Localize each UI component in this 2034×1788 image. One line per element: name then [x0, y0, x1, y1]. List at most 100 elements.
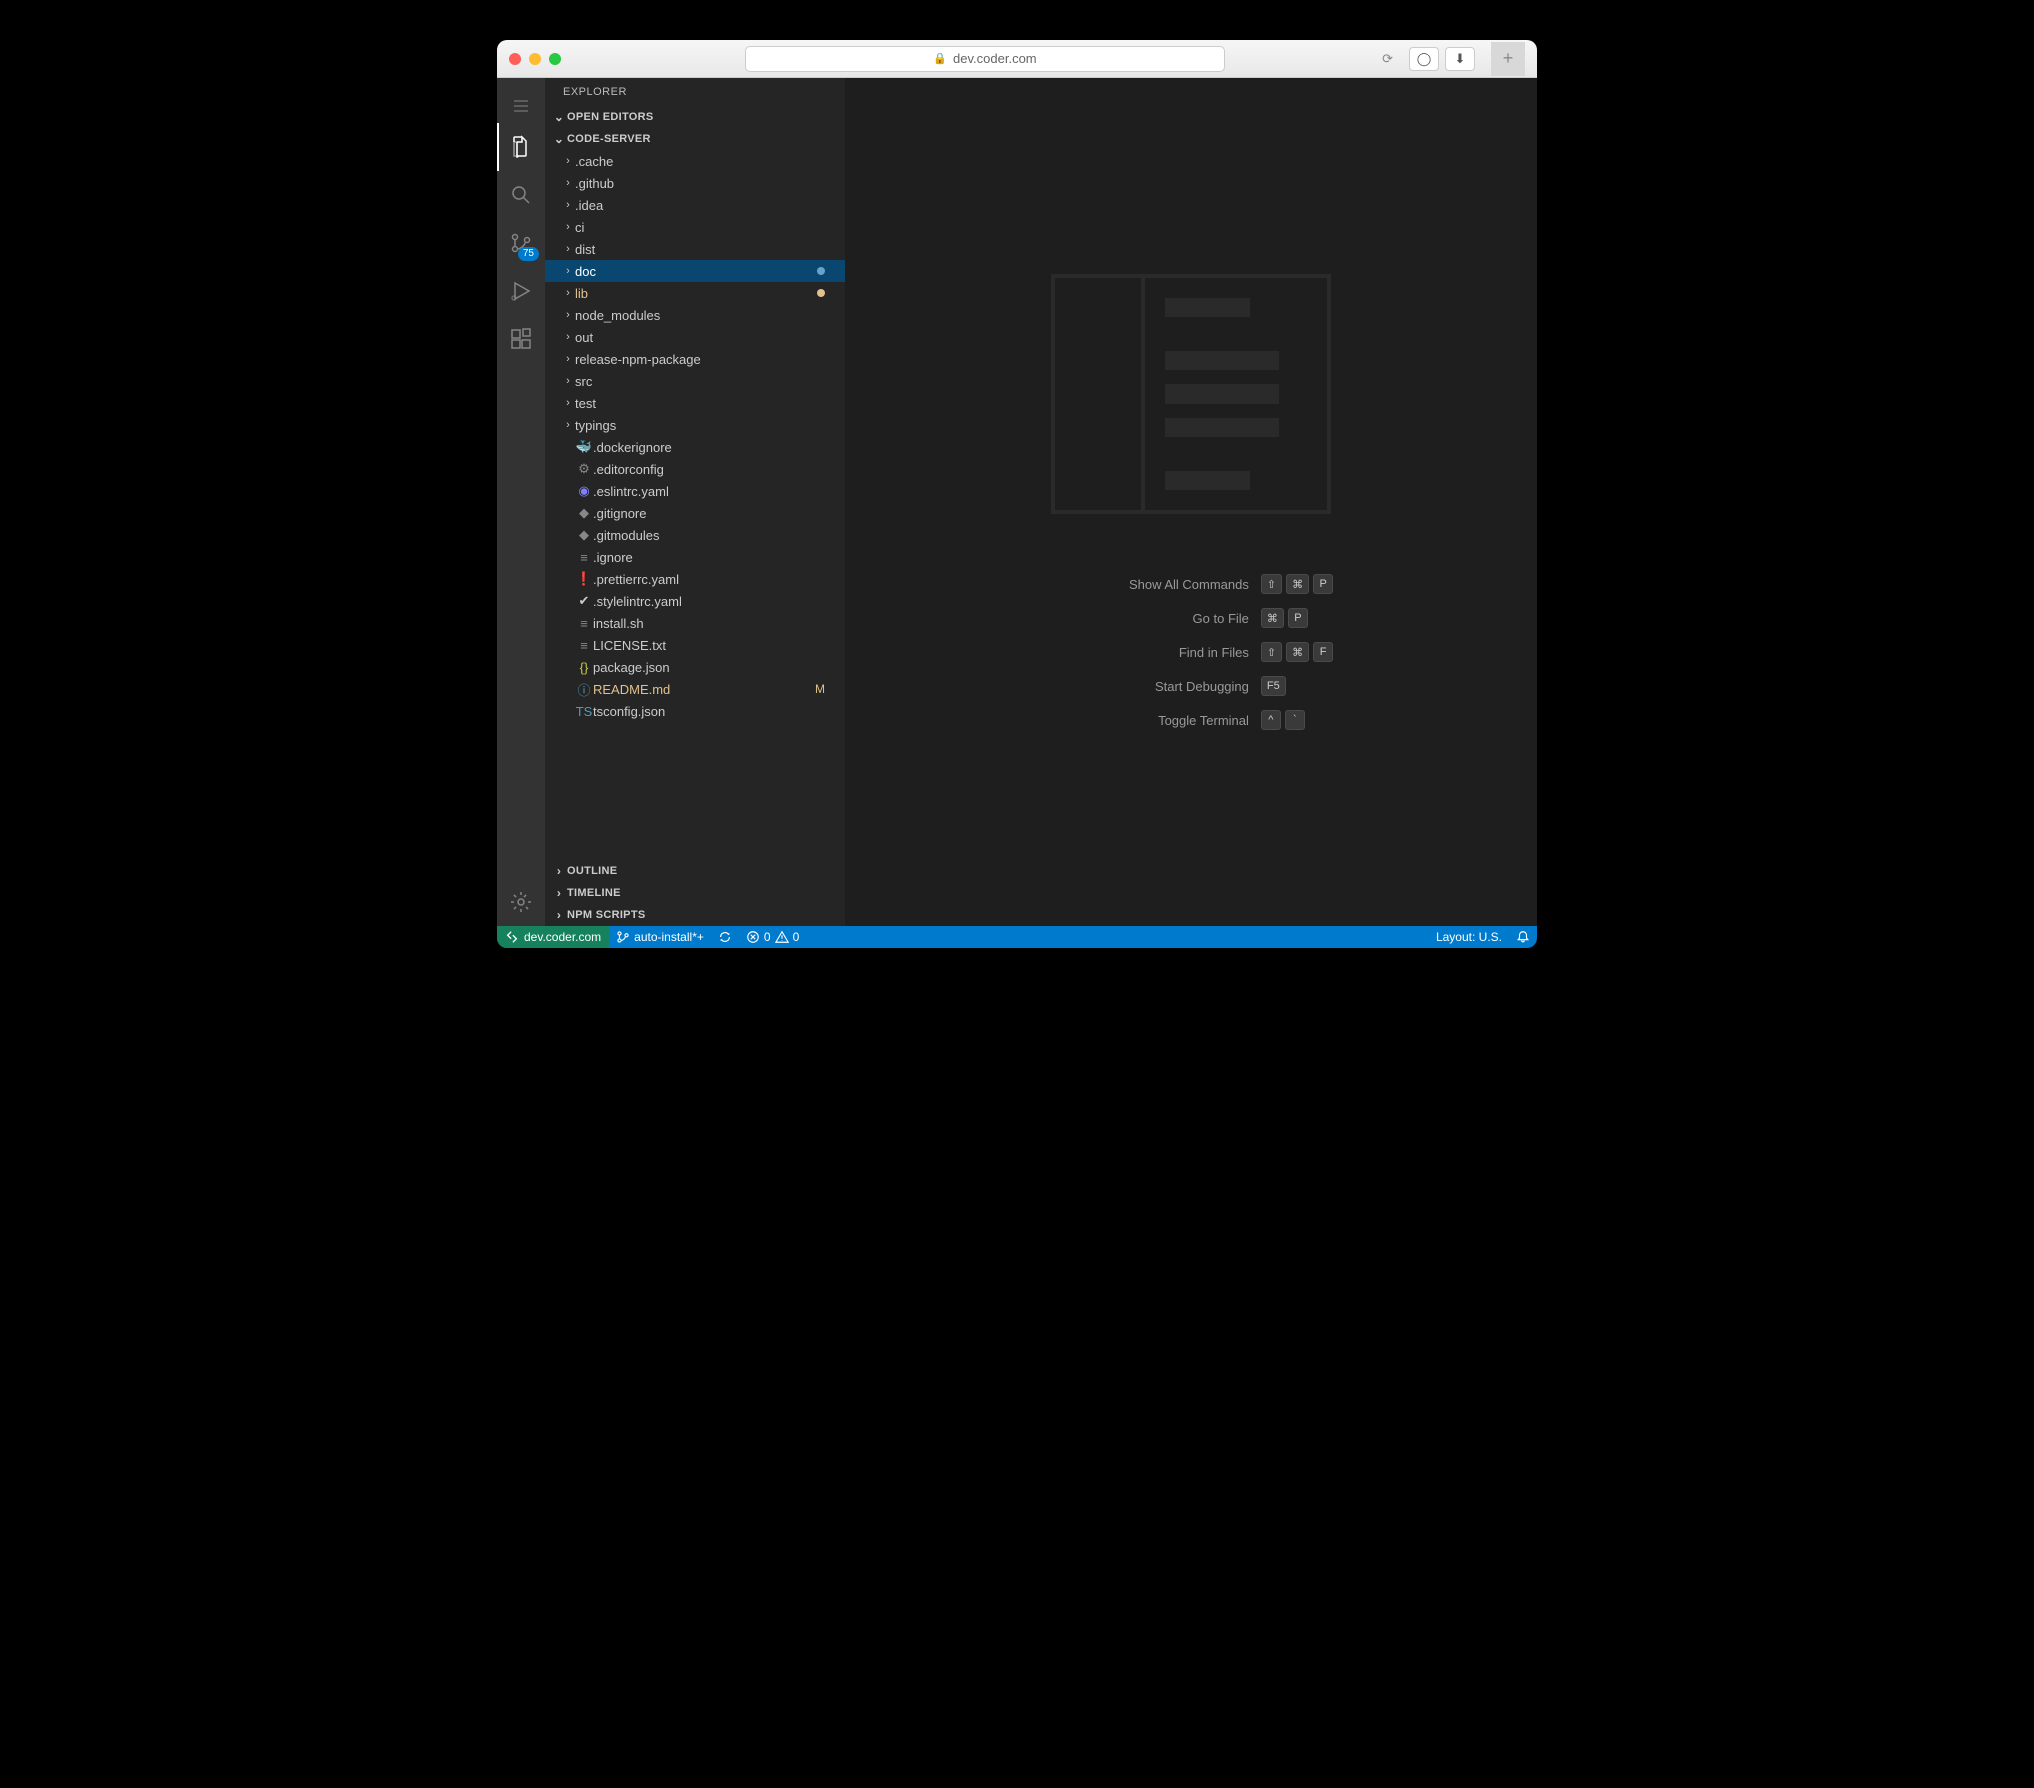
keyboard-shortcuts-help: Show All Commands⇧⌘PGo to File⌘PFind in … — [1049, 574, 1333, 730]
file--ignore[interactable]: ≡.ignore — [545, 546, 845, 568]
lock-icon: 🔒 — [933, 52, 947, 65]
bell-icon — [1516, 930, 1530, 944]
file-icon: ◉ — [575, 483, 593, 499]
file-install-sh[interactable]: ≡install.sh — [545, 612, 845, 634]
url-text: dev.coder.com — [953, 51, 1037, 66]
file--gitignore[interactable]: ◆.gitignore — [545, 502, 845, 524]
empty-editor-watermark — [1051, 274, 1331, 514]
key: ⇧ — [1261, 574, 1282, 594]
file-icon: ⓘ — [575, 680, 593, 699]
shortcut-label: Go to File — [1049, 611, 1249, 626]
folder-lib[interactable]: ›lib — [545, 282, 845, 304]
file--gitmodules[interactable]: ◆.gitmodules — [545, 524, 845, 546]
problems-status[interactable]: 0 0 — [739, 926, 806, 948]
shortcut-keys: F5 — [1261, 676, 1286, 696]
folder-doc[interactable]: ›doc — [545, 260, 845, 282]
privacy-button[interactable]: ◯ — [1409, 47, 1439, 71]
shortcut-find-in-files: Find in Files⇧⌘F — [1049, 642, 1333, 662]
maximize-window-button[interactable] — [549, 53, 561, 65]
outline-section[interactable]: › Outline — [545, 860, 845, 882]
folder-test[interactable]: ›test — [545, 392, 845, 414]
file-icon: 🐳 — [575, 439, 593, 455]
traffic-lights — [509, 53, 561, 65]
file--dockerignore[interactable]: 🐳.dockerignore — [545, 436, 845, 458]
file-icon: ⚙ — [575, 461, 593, 477]
project-section[interactable]: ⌄ code-server — [545, 128, 845, 150]
activity-bar: 75 — [497, 78, 545, 926]
folder--cache[interactable]: ›.cache — [545, 150, 845, 172]
address-bar[interactable]: 🔒 dev.coder.com ⟳ — [745, 46, 1225, 72]
folder-release-npm-package[interactable]: ›release-npm-package — [545, 348, 845, 370]
extensions-activity[interactable] — [497, 315, 545, 363]
sync-status[interactable] — [711, 926, 739, 948]
sync-icon — [718, 930, 732, 944]
file--prettierrc-yaml[interactable]: ❗.prettierrc.yaml — [545, 568, 845, 590]
modified-tag: M — [815, 682, 825, 696]
open-editors-section[interactable]: ⌄ Open Editors — [545, 106, 845, 128]
file--stylelintrc-yaml[interactable]: ✔.stylelintrc.yaml — [545, 590, 845, 612]
branch-status[interactable]: auto-install*+ — [609, 926, 711, 948]
key: ⌘ — [1286, 574, 1309, 594]
file-readme-md[interactable]: ⓘREADME.mdM — [545, 678, 845, 700]
file-license-txt[interactable]: ≡LICENSE.txt — [545, 634, 845, 656]
timeline-section[interactable]: › Timeline — [545, 882, 845, 904]
chevron-right-icon: › — [551, 864, 567, 878]
folder-dist[interactable]: ›dist — [545, 238, 845, 260]
key: P — [1288, 608, 1308, 628]
minimize-window-button[interactable] — [529, 53, 541, 65]
file-package-json[interactable]: {}package.json — [545, 656, 845, 678]
file-icon: ✔ — [575, 593, 593, 609]
key: F — [1313, 642, 1333, 662]
chevron-right-icon: › — [561, 375, 575, 387]
file--eslintrc-yaml[interactable]: ◉.eslintrc.yaml — [545, 480, 845, 502]
status-bar: dev.coder.com auto-install*+ 0 0 Layout:… — [497, 926, 1537, 948]
shortcut-toggle-terminal: Toggle Terminal ^` — [1049, 710, 1333, 730]
explorer-sidebar: Explorer ⌄ Open Editors ⌄ code-server ›.… — [545, 78, 845, 926]
file--editorconfig[interactable]: ⚙.editorconfig — [545, 458, 845, 480]
app-body: 75 Explorer ⌄ Open Editors ⌄ code-server — [497, 78, 1537, 926]
chevron-right-icon: › — [561, 221, 575, 233]
folder--idea[interactable]: ›.idea — [545, 194, 845, 216]
editor-area: Show All Commands⇧⌘PGo to File⌘PFind in … — [845, 78, 1537, 926]
shortcut-keys: ^` — [1261, 710, 1305, 730]
chevron-right-icon: › — [561, 419, 575, 431]
git-branch-icon — [616, 930, 630, 944]
key: ` — [1285, 710, 1305, 730]
hamburger-menu-button[interactable] — [497, 88, 545, 123]
file-icon: ◆ — [575, 505, 593, 521]
new-tab-button[interactable]: + — [1491, 42, 1525, 76]
file-icon: ❗ — [575, 571, 593, 587]
file-icon: TS — [575, 704, 593, 719]
notifications-button[interactable] — [1509, 926, 1537, 948]
folder--github[interactable]: ›.github — [545, 172, 845, 194]
remote-icon — [505, 930, 519, 944]
key: ^ — [1261, 710, 1281, 730]
folder-out[interactable]: ›out — [545, 326, 845, 348]
folder-src[interactable]: ›src — [545, 370, 845, 392]
folder-typings[interactable]: ›typings — [545, 414, 845, 436]
explorer-activity[interactable] — [497, 123, 545, 171]
layout-status[interactable]: Layout: U.S. — [1429, 926, 1509, 948]
close-window-button[interactable] — [509, 53, 521, 65]
file-tsconfig-json[interactable]: TStsconfig.json — [545, 700, 845, 722]
downloads-button[interactable]: ⬇ — [1445, 47, 1475, 71]
remote-status[interactable]: dev.coder.com — [497, 926, 609, 948]
reload-icon[interactable]: ⟳ — [1382, 51, 1393, 67]
settings-activity[interactable] — [497, 878, 545, 926]
file-icon: ≡ — [575, 550, 593, 565]
shortcut-keys: ⌘P — [1261, 608, 1308, 628]
source-control-activity[interactable]: 75 — [497, 219, 545, 267]
file-icon: ≡ — [575, 616, 593, 631]
debug-activity[interactable] — [497, 267, 545, 315]
shortcut-go-to-file: Go to File ⌘P — [1049, 608, 1333, 628]
npm-scripts-section[interactable]: › NPM Scripts — [545, 904, 845, 926]
file-icon: {} — [575, 660, 593, 675]
chevron-right-icon: › — [561, 331, 575, 343]
shortcut-label: Toggle Terminal — [1049, 713, 1249, 728]
search-activity[interactable] — [497, 171, 545, 219]
file-icon: ◆ — [575, 527, 593, 543]
shortcut-start-debugging: Start DebuggingF5 — [1049, 676, 1333, 696]
folder-node-modules[interactable]: ›node_modules — [545, 304, 845, 326]
chevron-right-icon: › — [561, 309, 575, 321]
folder-ci[interactable]: ›ci — [545, 216, 845, 238]
